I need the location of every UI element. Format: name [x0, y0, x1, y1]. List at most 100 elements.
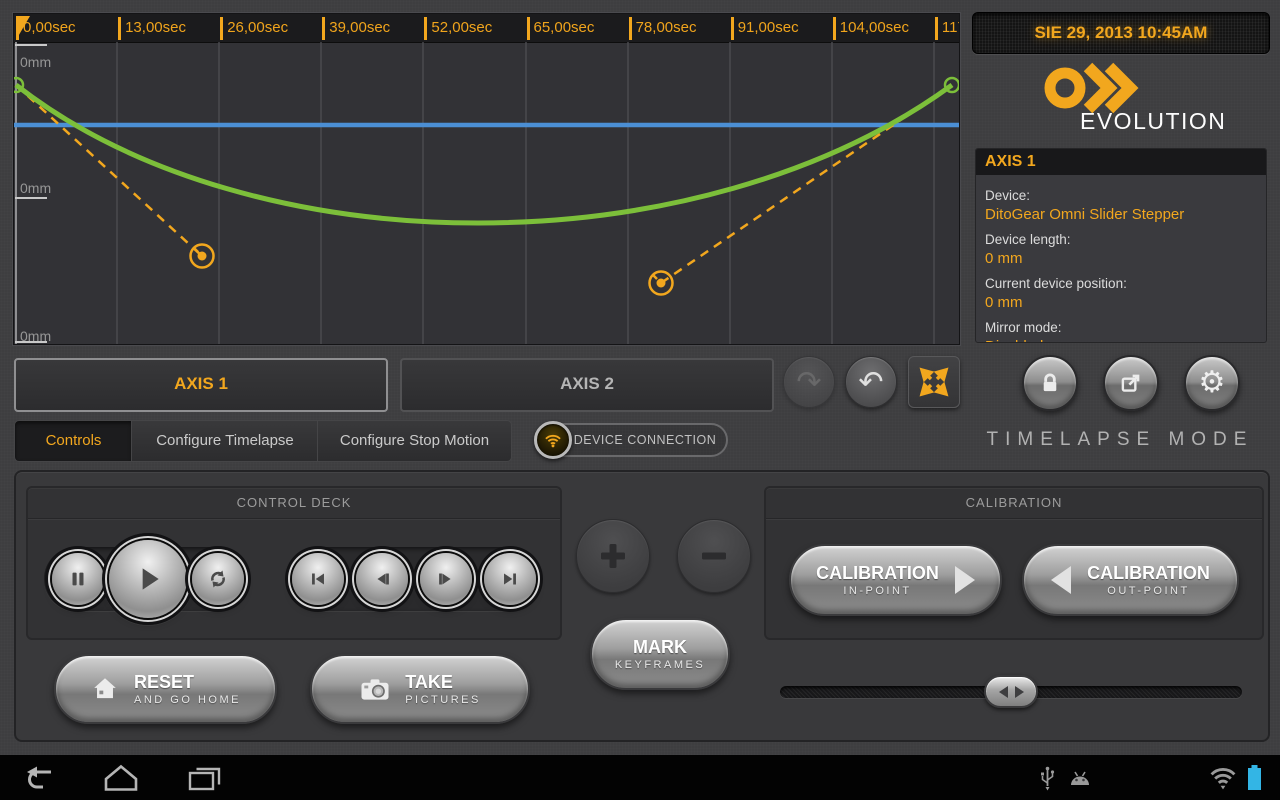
export-button[interactable] — [1103, 355, 1159, 411]
prev-keyframe-button[interactable] — [356, 553, 408, 605]
timeline-tick — [424, 17, 427, 40]
tab-configure-stop-motion[interactable]: Configure Stop Motion — [317, 420, 512, 462]
calibration-title: CALIBRATION — [766, 488, 1262, 519]
export-icon — [1118, 370, 1144, 396]
control-deck-panel: CONTROL DECK — [26, 486, 562, 640]
calibration-out-title: CALIBRATION — [1087, 563, 1210, 583]
datetime-display: SIE 29, 2013 10:45AM — [972, 12, 1270, 54]
expand-arrows-icon — [914, 362, 954, 402]
home-icon — [90, 675, 120, 703]
recent-apps-button[interactable] — [186, 765, 222, 791]
logo-wordmark: EVOLUTION — [1080, 108, 1280, 135]
control-deck-title: CONTROL DECK — [28, 488, 560, 519]
take-pictures-title: TAKE — [405, 672, 481, 692]
timeline-tick — [629, 17, 632, 40]
next-keyframe-button[interactable] — [420, 553, 472, 605]
timeline-tick — [118, 17, 121, 40]
take-pictures-button[interactable]: TAKE PICTURES — [310, 654, 530, 724]
motion-graph-plot[interactable] — [14, 42, 959, 344]
skip-to-start-icon — [307, 568, 329, 590]
remove-keyframe-button[interactable] — [677, 519, 751, 593]
mode-label: TIMELAPSE MODE — [970, 429, 1270, 451]
battery-icon — [1246, 764, 1263, 791]
calibration-in-title: CALIBRATION — [816, 563, 939, 583]
redo-button[interactable]: ↷ — [783, 356, 835, 408]
keyframe-handle[interactable] — [650, 272, 673, 295]
android-debug-icon — [1067, 769, 1093, 787]
loop-button[interactable] — [192, 553, 244, 605]
playhead-flag-icon[interactable] — [16, 16, 30, 40]
timeline-header[interactable]: 0,00sec13,00sec26,00sec39,00sec52,00sec6… — [14, 14, 959, 43]
play-icon — [132, 563, 164, 595]
calibration-panel: CALIBRATION CALIBRATION IN-POINT CALIBRA… — [764, 486, 1264, 640]
jog-slider-track[interactable] — [780, 686, 1242, 698]
device-length-value: 0 mm — [985, 250, 1257, 267]
status-tray[interactable]: 10:45 — [1040, 755, 1280, 800]
axis2-button[interactable]: AXIS 2 — [400, 358, 774, 412]
row-scale-line — [15, 197, 47, 199]
device-connection-badge[interactable] — [534, 421, 572, 459]
device-position-value: 0 mm — [985, 294, 1257, 311]
calibration-out-point-button[interactable]: CALIBRATION OUT-POINT — [1022, 544, 1239, 616]
pause-button[interactable] — [52, 553, 104, 605]
home-button[interactable] — [103, 764, 139, 792]
device-label: Device: — [985, 188, 1257, 203]
add-keyframe-button[interactable] — [576, 519, 650, 593]
skip-to-end-button[interactable] — [484, 553, 536, 605]
redo-icon: ↷ — [796, 365, 821, 400]
controls-panel: CONTROL DECK — [14, 470, 1270, 742]
axis1-motion-curve[interactable] — [16, 85, 952, 223]
motion-graph-panel[interactable]: 0,00sec13,00sec26,00sec39,00sec52,00sec6… — [13, 13, 960, 345]
take-pictures-subtitle: PICTURES — [405, 694, 481, 706]
wifi-status-icon — [1208, 766, 1238, 790]
timeline-tick — [527, 17, 530, 40]
expand-graph-button[interactable] — [908, 356, 960, 408]
undo-button[interactable]: ↶ — [845, 356, 897, 408]
skip-to-start-button[interactable] — [292, 553, 344, 605]
loop-icon — [206, 567, 230, 591]
slider-left-arrow-icon — [999, 686, 1008, 698]
timeline-tick — [833, 17, 836, 40]
jog-slider-handle[interactable] — [984, 675, 1038, 708]
tab-configure-timelapse[interactable]: Configure Timelapse — [131, 420, 319, 462]
reset-title: RESET — [134, 672, 241, 692]
play-button[interactable] — [109, 540, 187, 618]
lock-icon — [1037, 370, 1063, 396]
row-scale-line — [15, 341, 47, 343]
next-keyframe-icon — [435, 568, 457, 590]
pause-icon — [67, 568, 89, 590]
lock-button[interactable] — [1022, 355, 1078, 411]
row-label: 0mm — [20, 54, 51, 70]
device-length-label: Device length: — [985, 232, 1257, 247]
wifi-icon — [543, 430, 563, 450]
timeline-tick — [322, 17, 325, 40]
calibration-out-subtitle: OUT-POINT — [1087, 585, 1210, 597]
axis1-button[interactable]: AXIS 1 — [14, 358, 388, 412]
android-nav-bar: 10:45 — [0, 755, 1280, 800]
timeline-tick — [731, 17, 734, 40]
tab-controls[interactable]: Controls — [14, 420, 133, 462]
prev-keyframe-icon — [371, 568, 393, 590]
reset-go-home-button[interactable]: RESET AND GO HOME — [54, 654, 277, 724]
camera-icon — [359, 676, 391, 703]
reset-subtitle: AND GO HOME — [134, 694, 241, 706]
usb-icon — [1040, 765, 1055, 791]
keyframe-handle[interactable] — [191, 245, 214, 268]
mark-keyframes-subtitle: KEYFRAMES — [615, 659, 705, 671]
calibration-in-point-button[interactable]: CALIBRATION IN-POINT — [789, 544, 1002, 616]
undo-icon: ↶ — [858, 365, 883, 400]
app-screen: 0,00sec13,00sec26,00sec39,00sec52,00sec6… — [0, 0, 1280, 800]
slider-right-arrow-icon — [1015, 686, 1024, 698]
timeline-tick — [935, 17, 938, 40]
row-scale-line — [15, 44, 47, 46]
mirror-mode-label: Mirror mode: — [985, 320, 1257, 335]
arrow-left-icon — [1051, 566, 1071, 594]
back-button[interactable] — [21, 766, 59, 790]
settings-button[interactable]: ⚙ — [1184, 355, 1240, 411]
minus-icon — [694, 536, 734, 576]
axis-info-title: AXIS 1 — [976, 149, 1266, 175]
mark-keyframes-button[interactable]: MARK KEYFRAMES — [590, 618, 730, 690]
bezier-handle-lines — [16, 85, 952, 283]
plus-icon — [593, 536, 633, 576]
skip-to-end-icon — [499, 568, 521, 590]
